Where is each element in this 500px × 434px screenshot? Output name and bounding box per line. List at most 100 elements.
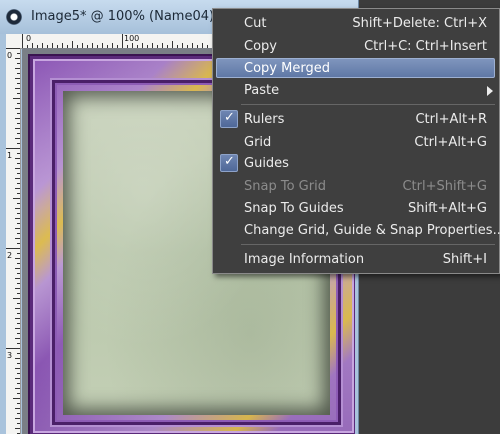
ruler-tick: [15, 188, 20, 189]
menu-item-label: Snap To Guides: [244, 201, 344, 216]
menu-item-label: Grid: [244, 135, 272, 150]
menu-item-paste[interactable]: Paste: [213, 80, 499, 101]
menu-item-grid[interactable]: Grid Ctrl+Alt+G: [213, 132, 499, 153]
ruler-tick: [122, 34, 123, 48]
menu-item-guides[interactable]: ✓ Guides: [213, 153, 499, 174]
checkmark-icon: ✓: [220, 110, 238, 128]
ruler-tick: [17, 183, 20, 184]
menu-item-copy[interactable]: Copy Ctrl+C: Ctrl+Insert: [213, 36, 499, 57]
ruler-tick: [17, 423, 20, 424]
ruler-tick: [17, 283, 20, 284]
ruler-tick: [17, 203, 20, 204]
menu-item-shortcut: Ctrl+Alt+R: [415, 112, 487, 127]
menu-item-shortcut: Shift+I: [442, 252, 487, 267]
ruler-tick: [15, 368, 20, 369]
ruler-tick: [17, 213, 20, 214]
menu-item-shortcut: Shift+Alt+G: [407, 201, 487, 216]
ruler-tick: [15, 408, 20, 409]
menu-item-label: Guides: [244, 156, 289, 171]
ruler-tick: [17, 143, 20, 144]
ruler-tick: [17, 123, 20, 124]
ruler-tick: [17, 303, 20, 304]
image-document-icon: [6, 9, 22, 25]
ruler-tick: [15, 88, 20, 89]
ruler-tick: [15, 108, 20, 109]
ruler-tick: [13, 398, 20, 399]
vertical-ruler[interactable]: 0 1 2 3: [6, 48, 21, 434]
ruler-tick: [17, 393, 20, 394]
ruler-label-0: 0: [26, 34, 32, 43]
ruler-tick: [17, 103, 20, 104]
ruler-tick: [17, 343, 20, 344]
ruler-tick: [15, 278, 20, 279]
ruler-tick: [17, 173, 20, 174]
menu-item-rulers[interactable]: ✓ Rulers Ctrl+Alt+R: [213, 109, 499, 130]
ruler-tick: [17, 153, 20, 154]
ruler-tick: [17, 373, 20, 374]
ruler-tick: [17, 243, 20, 244]
ruler-tick: [6, 248, 20, 249]
menu-item-image-information[interactable]: Image Information Shift+I: [213, 249, 499, 270]
menu-item-label: Rulers: [244, 112, 285, 127]
context-menu: Cut Shift+Delete: Ctrl+X Copy Ctrl+C: Ct…: [212, 8, 500, 274]
menu-item-label: Copy Merged: [244, 61, 330, 76]
ruler-tick: [172, 41, 173, 48]
ruler-tick: [13, 298, 20, 299]
ruler-tick: [15, 388, 20, 389]
ruler-tick: [15, 68, 20, 69]
menu-item-change-grid-guide-snap[interactable]: Change Grid, Guide & Snap Properties...: [213, 220, 500, 241]
ruler-tick: [17, 193, 20, 194]
menu-item-shortcut: Ctrl+C: Ctrl+Insert: [364, 39, 487, 54]
menu-item-shortcut: Ctrl+Shift+G: [402, 179, 487, 194]
ruler-corner: [6, 34, 23, 49]
menu-item-snap-to-grid: Snap To Grid Ctrl+Shift+G: [213, 176, 499, 197]
menu-item-label: Change Grid, Guide & Snap Properties...: [244, 223, 500, 238]
ruler-tick: [6, 148, 20, 149]
menu-separator: [241, 104, 495, 105]
ruler-label-v2: 2: [7, 251, 13, 260]
menu-separator: [241, 244, 495, 245]
menu-item-label: Cut: [244, 16, 267, 31]
ruler-tick: [17, 253, 20, 254]
ruler-tick: [17, 133, 20, 134]
ruler-tick: [72, 41, 73, 48]
ruler-tick: [15, 138, 20, 139]
ruler-tick: [13, 198, 20, 199]
ruler-tick: [17, 323, 20, 324]
menu-item-snap-to-guides[interactable]: Snap To Guides Shift+Alt+G: [213, 198, 499, 219]
ruler-tick: [15, 328, 20, 329]
ruler-tick: [13, 98, 20, 99]
document-title: Image5* @ 100% (Name04): [31, 9, 215, 24]
ruler-tick: [15, 158, 20, 159]
ruler-label-v3: 3: [7, 351, 13, 360]
ruler-tick: [17, 63, 20, 64]
ruler-tick: [15, 258, 20, 259]
ruler-tick: [17, 73, 20, 74]
ruler-tick: [17, 313, 20, 314]
menu-item-label: Copy: [244, 39, 277, 54]
ruler-tick: [15, 318, 20, 319]
menu-item-cut[interactable]: Cut Shift+Delete: Ctrl+X: [213, 13, 499, 34]
ruler-label-v1: 1: [7, 151, 13, 160]
ruler-tick: [15, 238, 20, 239]
ruler-tick: [17, 223, 20, 224]
ruler-tick: [15, 268, 20, 269]
checkmark-icon: ✓: [220, 154, 238, 172]
ruler-tick: [17, 93, 20, 94]
ruler-tick: [15, 118, 20, 119]
ruler-tick: [15, 358, 20, 359]
menu-item-shortcut: Ctrl+Alt+G: [414, 135, 487, 150]
ruler-tick: [17, 383, 20, 384]
ruler-tick: [17, 83, 20, 84]
ruler-label-v0: 0: [7, 51, 13, 60]
menu-item-label: Paste: [244, 83, 280, 98]
ruler-tick: [15, 308, 20, 309]
ruler-tick: [15, 228, 20, 229]
ruler-tick: [17, 53, 20, 54]
menu-item-shortcut: Shift+Delete: Ctrl+X: [352, 16, 487, 31]
ruler-tick: [15, 288, 20, 289]
ruler-tick: [17, 333, 20, 334]
ruler-tick: [17, 293, 20, 294]
ruler-tick: [15, 428, 20, 429]
menu-item-copy-merged[interactable]: Copy Merged: [213, 58, 499, 79]
